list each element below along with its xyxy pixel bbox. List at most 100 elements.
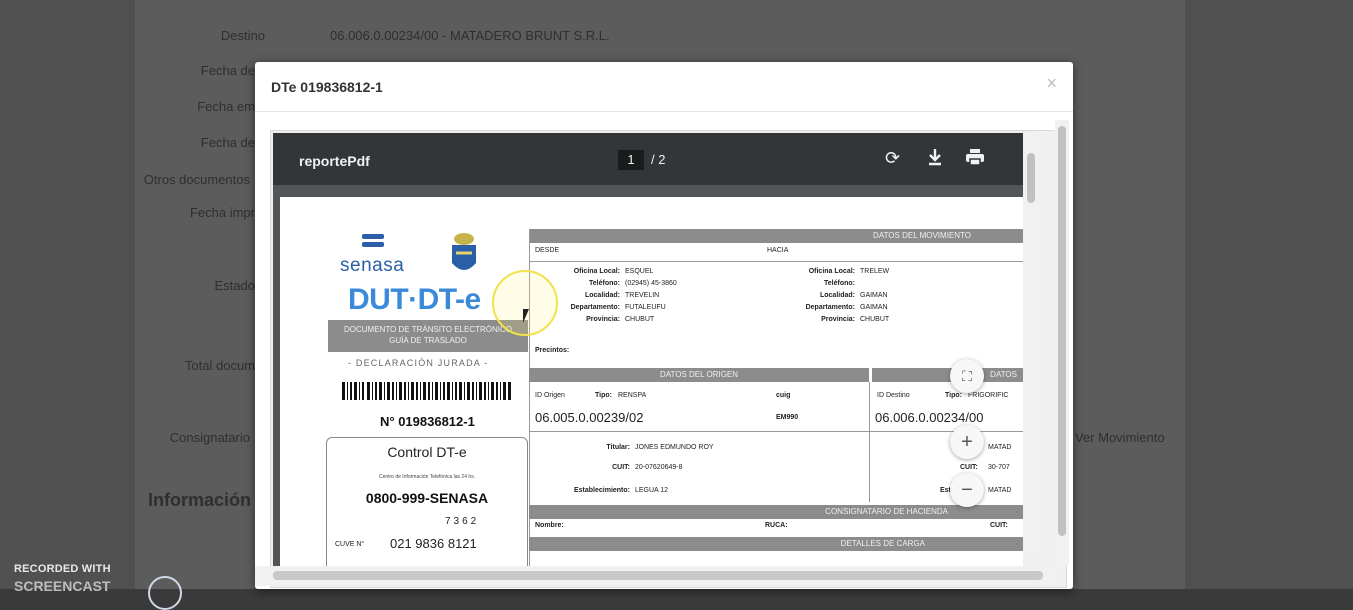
desde-provincia-value: CHUBUT [625,316,655,323]
print-icon[interactable] [965,148,985,171]
modal-title: DTe 019836812-1 [271,79,383,95]
id-destino-label: ID Destino [877,392,910,399]
bg-info-heading: Información [148,490,252,510]
banner-line-1: DOCUMENTO DE TRÁNSITO ELECTRÓNICO [343,325,513,334]
modal-divider [255,111,1073,112]
page-total: / 2 [651,152,666,167]
pdf-page: senasa DUT·DT-e DOCUMENTO DE TRÁNSITO EL… [280,197,1023,577]
hacia-departamento-value: GAIMAN [860,304,888,311]
download-svg [929,149,941,166]
hacia-localidad-label: Localidad: [819,292,855,299]
control-dte-box: Control DT-e Centro de Información Telef… [326,437,528,577]
pdf-toolbar: reportePdf 1 / 2 ⟳ [273,133,1023,185]
chubut-crest-icon [452,233,476,270]
download-icon[interactable] [927,148,943,171]
fit-page-button[interactable]: ⛶ [950,359,984,393]
modal-horizontal-scrollbar[interactable] [255,566,1055,586]
destino-tipo-value: FRIGORIFIC [968,392,1009,399]
modal-vertical-scrollbar[interactable] [1055,120,1069,566]
bg-label-otros: Otros documentos [143,172,250,187]
precintos-label: Precintos: [535,347,570,354]
consignatario-nombre-label: Nombre: [535,522,564,529]
origen-destino-divider [869,382,870,502]
bg-label-fecha-impr: Fecha impr [189,205,255,220]
hacia-oficina-label: Oficina Local: [808,268,855,275]
bg-label-fecha-de-2: Fecha de [200,135,255,150]
origen-cuit-label: CUIT: [612,464,630,471]
page-number-input[interactable]: 1 [618,150,644,170]
control-phone: 0800-999-SENASA [365,490,489,506]
bg-label-destino: Destino [220,28,265,43]
zoom-in-button[interactable]: + [950,425,984,459]
destino-divider [870,431,1023,432]
bg-value-destino: 06.006.0.00234/00 - MATADERO BRUNT S.R.L… [330,28,610,43]
pdf-viewer: reportePdf 1 / 2 ⟳ senasa DUT·DT-e DOCUM… [270,130,1067,588]
consignatario-ruca-label: RUCA: [765,522,788,529]
recorder-brand-text: SCREENCAST [14,578,111,594]
mouse-cursor-icon [523,309,529,323]
consignatario-cuit-label: CUIT: [990,522,1008,529]
section-origen-header: DATOS DEL ORIGEN [529,368,869,382]
close-button[interactable]: × [1046,73,1057,94]
bg-label-consignatario: Consignatario [169,430,250,445]
zoom-out-button[interactable]: − [950,473,984,507]
hacia-localidad-value: GAIMAN [860,292,888,299]
desde-localidad-value: TREVELIN [625,292,660,299]
destino-titular-value: MATAD [988,444,1012,451]
hacia-oficina-value: TRELEW [860,268,890,275]
recorder-label: RECORDED WITH [14,563,111,575]
desde-oficina-value: ESQUEL [625,268,654,275]
id-destino-value: 06.006.0.00234/00 [875,410,984,425]
rotate-icon[interactable]: ⟳ [885,148,900,169]
titular-value: JONES EDMUNDO ROY [635,444,714,451]
destino-cuit-label: CUIT: [960,464,978,471]
desde-provincia-label: Provincia: [586,316,620,323]
desde-localidad-label: Localidad: [584,292,620,299]
desde-label: DESDE [535,247,560,254]
desde-telefono-label: Teléfono: [589,280,620,287]
modal-vertical-scroll-thumb[interactable] [1058,126,1066,536]
barcode-image [342,382,511,400]
hacia-provincia-label: Provincia: [821,316,855,323]
hacia-provincia-value: CHUBUT [860,316,890,323]
id-origen-label: ID Origen [535,392,565,399]
desde-departamento-value: FUTALEUFU [625,304,666,311]
cuig-value: EM990 [776,414,799,421]
cuve-label: CUVE N° [335,541,365,548]
origen-tipo-label: Tipo: [595,392,612,399]
movimiento-divider [529,261,1023,262]
bg-label-estado: Estado [214,278,255,293]
banner-line-2: GUÍA DE TRASLADO [389,336,467,345]
establecimiento-value: LEGUA 12 [635,487,669,494]
bg-label-fecha-em: Fecha em [197,99,255,114]
destino-tipo-label: Tipo: [945,392,962,399]
id-origen-value: 06.005.0.00239/02 [535,410,644,425]
establecimiento-label: Establecimiento: [573,487,630,494]
document-banner: DOCUMENTO DE TRÁNSITO ELECTRÓNICO GUÍA D… [328,320,528,352]
cuig-label: cuig [776,392,791,399]
dte-modal: DTe 019836812-1 × reportePdf 1 / 2 ⟳ sen… [255,62,1073,589]
bg-label-fecha-de: Fecha de [200,63,255,78]
senasa-logo-icon [362,234,384,247]
pdf-file-name: reportePdf [299,153,370,169]
hacia-departamento-label: Departamento: [805,304,855,311]
control-title: Control DT-e [387,444,467,460]
recorder-brand: SCREENCAST [14,578,110,594]
section-detalles-header: DETALLES DE CARGA [529,537,1023,551]
pdf-canvas-area: senasa DUT·DT-e DOCUMENTO DE TRÁNSITO EL… [273,185,1023,577]
destino-cuit-value: 30-707 [988,464,1010,471]
viewer-vertical-scrollbar[interactable] [1024,133,1038,553]
control-subtitle: Centro de Información Telefónica las 24 … [378,474,476,480]
viewer-vertical-scroll-thumb[interactable] [1027,153,1035,203]
cursor-highlight [492,270,558,336]
bg-label-total: Total docum [184,358,255,373]
hacia-telefono-label: Teléfono: [824,280,855,287]
origen-tipo-value: RENSPA [618,392,647,399]
origen-cuit-value: 20-07620649-8 [635,464,683,471]
section-movimiento-header: DATOS DEL MOVIMIENTO [529,229,1023,243]
hacia-label: HACIA [767,247,789,254]
modal-horizontal-scroll-thumb[interactable] [273,571,1043,580]
cuve-value: 021 9836 8121 [390,536,477,551]
section-consignatario-header: CONSIGNATARIO DE HACIENDA [529,505,1023,519]
bg-ver-movimiento: Ver Movimiento [1075,430,1165,445]
